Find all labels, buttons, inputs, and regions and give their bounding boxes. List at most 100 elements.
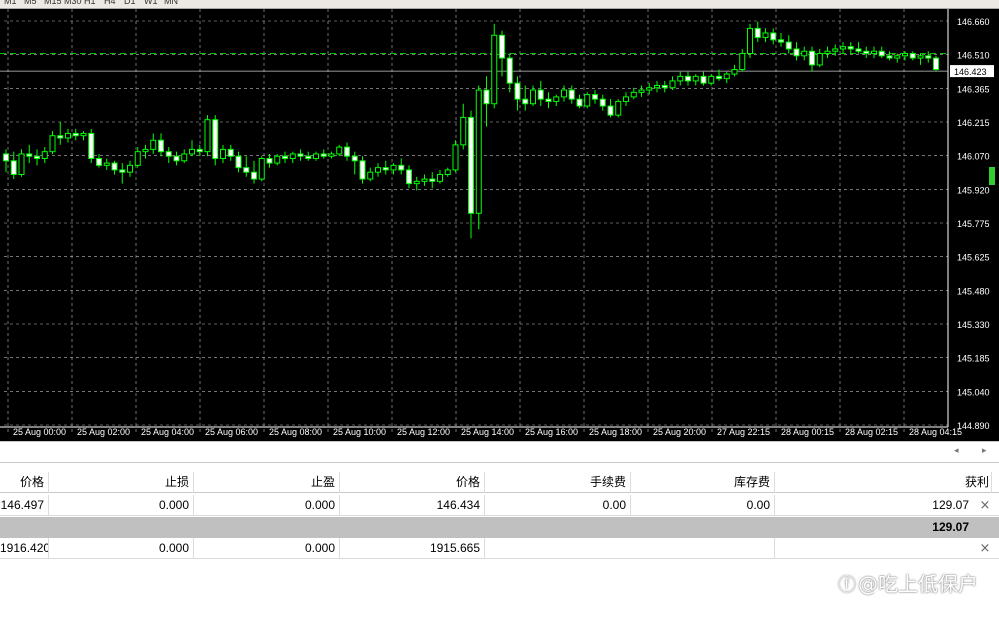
price-chart[interactable]: 146.660 146.510 146.365 146.215 146.070 145.9…: [0, 9, 999, 441]
timeframe-button-m15[interactable]: M15: [44, 0, 62, 6]
price-tick-label: 146.070: [957, 152, 990, 162]
candle-body: [925, 55, 932, 59]
time-tick-label: 25 Aug 20:00: [653, 427, 706, 437]
candle-body: [545, 98, 552, 102]
time-tick-label: 25 Aug 08:00: [269, 427, 322, 437]
col-header-swap[interactable]: 库存费: [631, 472, 775, 493]
watermark-text: @吃上低保户: [858, 572, 978, 596]
horizontal-scrollbar[interactable]: ◂ ▸: [0, 441, 999, 463]
candle-body: [522, 98, 529, 105]
candle-body: [429, 178, 436, 182]
candle-body: [793, 48, 800, 57]
candle-body: [731, 68, 738, 75]
candle-body: [739, 53, 746, 70]
col-header-price[interactable]: 价格: [340, 472, 485, 493]
candle-body: [762, 32, 769, 39]
timeframe-button-m1[interactable]: M1: [4, 0, 17, 6]
price-tick-label: 146.365: [957, 84, 990, 94]
candle-body: [770, 32, 777, 41]
candle-body: [491, 34, 498, 105]
timeframe-button-mn[interactable]: MN: [164, 0, 178, 6]
empty-cell: [485, 538, 775, 559]
candle-body: [661, 84, 668, 89]
candle-body: [646, 87, 653, 91]
candle-body: [235, 155, 242, 169]
swap-cell: 0.00: [631, 495, 775, 516]
col-header-profit[interactable]: 获利: [775, 472, 992, 493]
price-tick-label: 145.185: [957, 354, 990, 364]
candle-body: [49, 135, 56, 153]
time-tick-label: 25 Aug 00:00: [13, 427, 66, 437]
timeframe-button-h1[interactable]: H1: [84, 0, 96, 6]
candle-body: [824, 50, 831, 55]
candle-body: [10, 160, 17, 175]
candle-body: [57, 135, 64, 139]
candle-body: [685, 75, 691, 82]
candle-body: [181, 153, 188, 162]
col-header-tp[interactable]: 止盈: [194, 472, 340, 493]
candle-body: [452, 144, 459, 171]
candle-body: [708, 75, 715, 84]
candle-body: [313, 153, 319, 160]
candle-body: [134, 151, 141, 166]
volume-marker: [989, 167, 995, 185]
candle-body: [847, 46, 854, 50]
candle-body: [26, 153, 33, 157]
candle-body: [816, 53, 823, 66]
col-header-sl[interactable]: 止损: [49, 472, 194, 493]
candle-body: [444, 169, 451, 175]
candle-body: [390, 164, 397, 171]
candle-body: [266, 158, 273, 164]
candle-body: [692, 75, 699, 82]
close-order-icon[interactable]: ×: [978, 495, 992, 516]
candle-body: [584, 94, 591, 107]
col-header-commission[interactable]: 手续费: [485, 472, 631, 493]
candle-body: [375, 167, 381, 173]
candle-body: [320, 153, 327, 157]
scroll-left-icon[interactable]: ◂: [954, 446, 959, 456]
tp-cell: 0.000: [194, 495, 340, 516]
candle-body: [483, 89, 490, 105]
time-tick-label: 25 Aug 16:00: [525, 427, 578, 437]
candle-body: [437, 173, 443, 182]
candle-body: [801, 50, 808, 57]
chart-toolbar: M1 M5 M15 M30 H1 H4 D1 W1 MN: [0, 0, 999, 9]
candle-body: [119, 169, 126, 173]
col-header-open-price[interactable]: 价格: [0, 472, 49, 493]
time-tick-label: 28 Aug 02:15: [845, 427, 898, 437]
candle-body: [886, 55, 893, 59]
candle-body: [623, 96, 629, 102]
candle-body: [499, 34, 505, 59]
candle-body: [96, 158, 102, 166]
scroll-right-icon[interactable]: ▸: [982, 446, 987, 456]
candle-body: [72, 132, 79, 137]
candle-body: [576, 98, 583, 107]
candle-body: [382, 167, 389, 171]
timeframe-button-h4[interactable]: H4: [104, 0, 116, 6]
price-tick-label: 146.215: [957, 118, 990, 128]
table-row[interactable]: 1916.420 0.000 0.000 1915.665 ×: [0, 538, 999, 559]
candle-body: [359, 160, 366, 180]
candle-body: [592, 94, 598, 100]
profit-cell: 129.07: [932, 498, 969, 512]
timeframe-button-m5[interactable]: M5: [24, 0, 37, 6]
table-row[interactable]: 146.497 0.000 0.000 146.434 0.00 0.00 12…: [0, 495, 999, 516]
candle-body: [468, 116, 474, 214]
candle-body: [863, 50, 870, 55]
close-order-icon[interactable]: ×: [978, 538, 992, 559]
time-tick-label: 25 Aug 14:00: [461, 427, 514, 437]
bid-price-label: 146.423: [954, 67, 987, 77]
timeframe-button-w1[interactable]: W1: [144, 0, 158, 6]
candle-body: [630, 91, 637, 98]
candle-body: [778, 39, 784, 43]
zhihu-logo-icon: ⓕ: [838, 575, 856, 596]
timeframe-button-m30[interactable]: M30: [64, 0, 82, 6]
price-cell: 146.434: [340, 495, 485, 516]
time-tick-label: 25 Aug 06:00: [205, 427, 258, 437]
candle-body: [351, 155, 358, 162]
timeframe-button-d1[interactable]: D1: [124, 0, 136, 6]
candle-body: [475, 89, 482, 214]
commission-cell: 0.00: [485, 495, 631, 516]
candle-body: [537, 89, 544, 100]
candle-body: [189, 148, 195, 155]
